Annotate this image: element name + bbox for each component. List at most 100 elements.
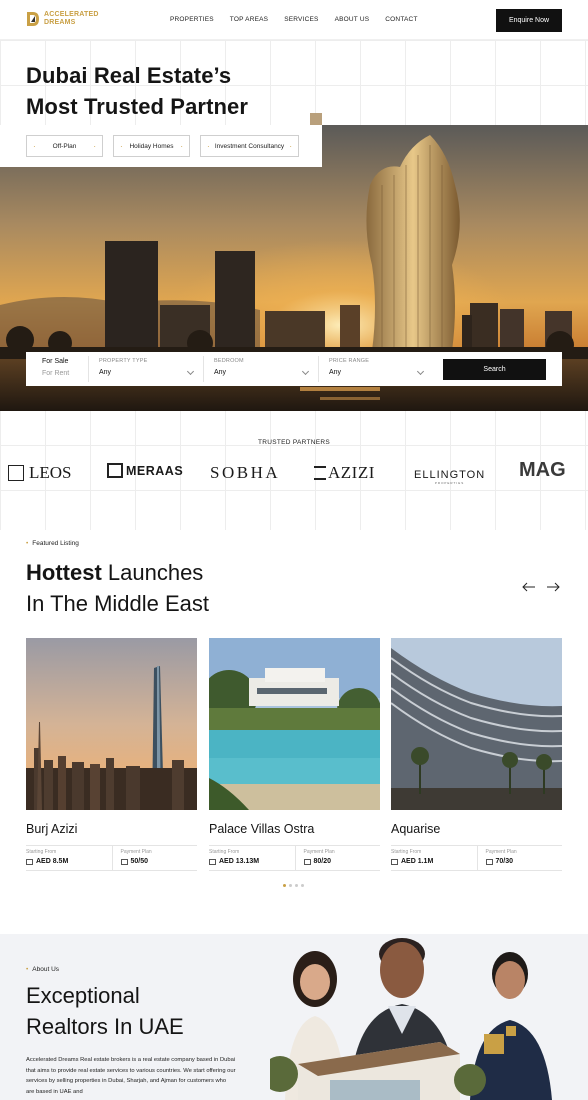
featured-title: Hottest Launches In The Middle East [26,557,209,619]
partners-logos-row: LEOS MERAAS SOBHA AZIZI ELLINGTON PROPER… [0,459,588,489]
field-label: PROPERTY TYPE [99,358,148,364]
price-tag-icon [391,858,398,865]
partner-logo-leos: LEOS [8,463,72,483]
eyebrow-label: About Us [32,966,60,973]
price-value: AED 8.5M [36,858,69,865]
partner-logo-meraas: MERAAS [107,463,183,478]
top-nav: ACCELERATED DREAMS PROPERTIES TOP AREAS … [0,0,588,40]
plan-value: 50/50 [130,858,149,865]
listing-plan: 80/20 [303,858,381,865]
payment-plan-col: Payment Plan 80/20 [294,846,381,870]
carousel-dot[interactable] [295,884,298,887]
payment-plan-label: Payment Plan [485,849,517,855]
chip-label: Investment Consultancy [214,142,285,150]
property-search-bar: For Sale For Rent PROPERTY TYPE Any BEDR… [26,352,562,386]
about-description: Accelerated Dreams Real estate brokers i… [26,1057,236,1095]
arrow-left-icon[interactable] [522,580,536,594]
featured-eyebrow: • Featured Listing [26,540,79,547]
title-bold: Hottest [26,560,102,585]
price-value: AED 1.1M [401,858,434,865]
bullet-icon: • [26,540,29,547]
starting-from-label: Starting From [209,849,240,855]
chip-holiday-homes[interactable]: · Holiday Homes · [113,135,190,157]
listing-plan: 70/30 [485,858,563,865]
chip-investment-consultancy[interactable]: · Investment Consultancy · [200,135,299,157]
field-label: PRICE RANGE [329,358,370,364]
carousel-dot-active[interactable] [283,884,286,887]
property-type-select[interactable]: PROPERTY TYPE Any [88,356,203,382]
chip-dot-icon: · [120,141,123,151]
partner-logo-mag: MAG [519,459,566,482]
payment-plan-label: Payment Plan [303,849,335,855]
payment-plan-col: Payment Plan 70/30 [476,846,563,870]
payment-plan-label: Payment Plan [120,849,152,855]
field-label: BEDROOM [214,358,244,364]
team-photo [270,938,552,1100]
nav-link-properties[interactable]: PROPERTIES [170,16,214,23]
field-value: Any [329,369,342,376]
payment-plan-col: Payment Plan 50/50 [111,846,198,870]
listing-meta: Starting From AED 13.13M Payment Plan 80… [209,845,380,871]
nav-link-top-areas[interactable]: TOP AREAS [230,16,268,23]
field-value: Any [99,369,112,376]
carousel-arrows [522,580,560,594]
partner-logo-ellington: ELLINGTON PROPERTIES [414,461,485,485]
enquire-now-button[interactable]: Enquire Now [496,9,562,32]
logo[interactable]: ACCELERATED DREAMS [26,11,99,27]
listing-meta: Starting From AED 8.5M Payment Plan 50/5… [26,845,197,871]
chip-dot-icon: · [289,141,292,151]
bedroom-select[interactable]: BEDROOM Any [203,356,318,382]
partner-name: SOBHA [210,463,281,482]
logo-mark-icon [27,12,39,26]
price-value: AED 13.13M [219,858,260,865]
carousel-dot[interactable] [289,884,292,887]
field-value: Any [214,369,227,376]
logo-line2: DREAMS [44,19,76,26]
for-rent-option[interactable]: For Rent [42,370,88,377]
starting-from-label: Starting From [26,849,57,855]
carousel-dot[interactable] [301,884,304,887]
nav-link-contact[interactable]: CONTACT [385,16,417,23]
partner-name: MAG [519,459,566,481]
listing-price: AED 8.5M [26,858,112,865]
about-title-line2: Realtors In UAE [26,1014,184,1039]
listing-meta: Starting From AED 1.1M Payment Plan 70/3… [391,845,562,871]
listing-image [26,638,197,810]
azizi-mark-icon [314,466,326,480]
listing-image [209,638,380,810]
listing-card-aquarise[interactable]: Aquarise Starting From AED 1.1M Payment … [391,638,562,871]
chip-dot-icon: · [33,141,36,151]
listing-card-burj-azizi[interactable]: Burj Azizi Starting From AED 8.5M Paymen… [26,638,197,871]
listing-image [391,638,562,810]
leos-mark-icon [8,465,24,481]
aquarise-image [391,638,562,810]
partner-name: MERAAS [126,463,184,478]
chip-dot-icon: · [180,141,183,151]
hero-title: Dubai Real Estate’s Most Trusted Partner [26,60,248,122]
about-title: Exceptional Realtors In UAE [26,980,184,1042]
search-button[interactable]: Search [443,359,546,380]
calendar-icon [303,858,311,865]
calendar-icon [485,858,493,865]
partner-subname: PROPERTIES [434,481,465,485]
price-range-select[interactable]: PRICE RANGE Any [318,356,433,382]
price-tag-icon [26,858,33,865]
arrow-right-icon[interactable] [546,580,560,594]
logo-line1: ACCELERATED [44,11,99,18]
starting-from-label: Starting From [391,849,422,855]
listing-card-palace-villas-ostra[interactable]: Palace Villas Ostra Starting From AED 13… [209,638,380,871]
starting-from-col: Starting From AED 8.5M [26,846,112,870]
for-sale-option[interactable]: For Sale [42,358,88,365]
chip-off-plan[interactable]: · Off-Plan · [26,135,103,157]
chip-label: Holiday Homes [129,142,174,150]
partner-name: ELLINGTON [414,469,486,481]
about-eyebrow: • About Us [26,966,59,973]
nav-link-services[interactable]: SERVICES [284,16,318,23]
price-tag-icon [209,858,216,865]
nav-link-about-us[interactable]: ABOUT US [335,16,370,23]
burj-azizi-image [26,638,197,810]
carousel-dots [283,884,304,887]
title-rest: Launches [101,560,204,585]
plan-value: 70/30 [495,858,514,865]
decorative-square [310,113,322,125]
